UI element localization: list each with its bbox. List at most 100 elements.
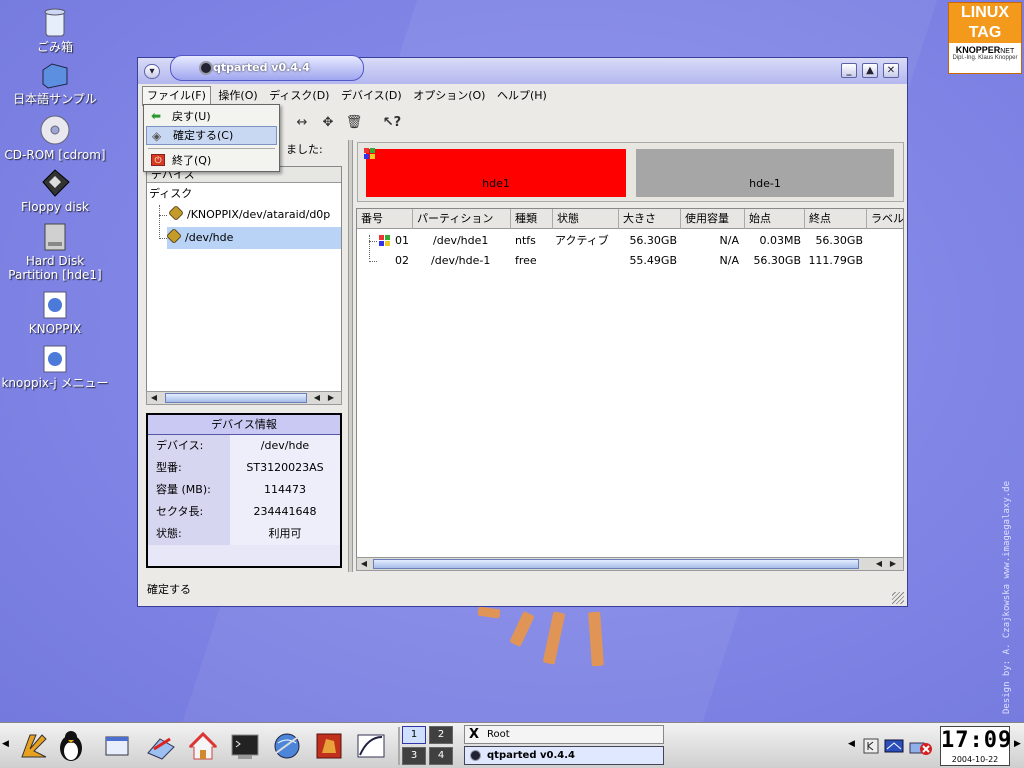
task-qtparted[interactable]: qtparted v0.4.4 xyxy=(464,746,664,765)
scroll-left-arrow-icon[interactable]: ◀ xyxy=(358,558,370,570)
desktop-icon-floppy[interactable]: Floppy disk xyxy=(0,168,110,214)
cdrom-icon xyxy=(40,115,70,145)
col-label[interactable]: ラベル xyxy=(867,209,903,229)
clock[interactable]: 17:09 2004-10-22 xyxy=(940,726,1011,766)
menu-item-commit[interactable]: ◈ 確定する(C) xyxy=(146,126,277,145)
device-tree: デバイス ディスク /KNOPPIX/dev/ataraid/d0p /dev/… xyxy=(146,166,342,393)
web-browser-icon[interactable] xyxy=(270,729,304,763)
info-row-device: デバイス:/dev/hde xyxy=(148,435,340,457)
col-start[interactable]: 始点 xyxy=(745,209,805,229)
cell-number: 02 xyxy=(395,254,409,267)
tree-item-ataraid[interactable]: /KNOPPIX/dev/ataraid/d0p xyxy=(168,204,330,226)
network-status-icon[interactable] xyxy=(908,735,934,757)
col-type[interactable]: 種類 xyxy=(511,209,553,229)
desktop-icon-trash[interactable]: ごみ箱 xyxy=(0,6,110,54)
table-row[interactable]: 02 /dev/hde-1 free 55.49GB N/A 56.30GB 1… xyxy=(357,251,903,271)
desktop-icon-hard-disk[interactable]: Hard Disk Partition [hde1] xyxy=(0,222,110,282)
scroll-thumb[interactable] xyxy=(373,559,859,569)
menu-item-quit[interactable]: ⏻ 終了(Q) xyxy=(146,151,277,170)
virtual-desktop-1[interactable]: 1 xyxy=(402,726,426,744)
window-title-tab[interactable]: qtparted v0.4.4 xyxy=(170,55,364,81)
virtual-desktop-2[interactable]: 2 xyxy=(429,726,453,744)
menu-help[interactable]: ヘルプ(H) xyxy=(493,86,551,106)
terminal-icon[interactable] xyxy=(228,729,262,763)
control-center-icon[interactable] xyxy=(144,729,178,763)
penguin-icon[interactable] xyxy=(54,729,88,763)
menu-file[interactable]: ファイル(F) xyxy=(142,86,211,106)
info-key: 型番: xyxy=(148,457,230,479)
info-key: セクタ長: xyxy=(148,501,230,523)
device-tree-hscrollbar[interactable]: ◀ ◀ ▶ xyxy=(146,391,342,405)
desktop-icon-knoppix-j-menu[interactable]: knoppix-j メニュー xyxy=(0,344,110,390)
partition-map: hde1 hde-1 xyxy=(357,142,904,202)
maximize-button[interactable]: ▲ xyxy=(862,63,878,78)
cell-partition: /dev/hde-1 xyxy=(431,254,491,267)
desktop-icon-cdrom[interactable]: CD-ROM [cdrom] xyxy=(0,114,110,162)
partition-segment-hde1[interactable]: hde1 xyxy=(366,149,626,197)
tree-line xyxy=(159,238,167,239)
tree-item-dev-hde[interactable]: /dev/hde xyxy=(166,227,341,249)
panel-hide-left-arrow-icon[interactable]: ◀ xyxy=(2,739,9,749)
window-menu-button[interactable]: ▾ xyxy=(144,64,160,79)
klipper-clipboard-icon[interactable] xyxy=(862,737,880,755)
info-value: /dev/hde xyxy=(230,435,340,457)
resize-partition-icon[interactable]: ↔ xyxy=(292,113,312,133)
virtual-desktop-3[interactable]: 3 xyxy=(402,747,426,765)
panel-hide-right-arrow-icon[interactable]: ▶ xyxy=(1014,739,1021,749)
scroll-left-arrow-icon[interactable]: ◀ xyxy=(311,392,323,404)
tree-category-disk[interactable]: ディスク xyxy=(149,183,192,205)
mozilla-icon[interactable] xyxy=(312,729,346,763)
home-folder-icon[interactable] xyxy=(186,729,220,763)
window-list-icon[interactable] xyxy=(100,729,134,763)
partition-segment-free[interactable]: hde-1 xyxy=(636,149,894,197)
cell-size: 56.30GB xyxy=(629,234,677,247)
partition-table-hscrollbar[interactable]: ◀ ◀ ▶ xyxy=(356,557,904,571)
pane-splitter[interactable] xyxy=(348,140,353,572)
scroll-right-arrow-icon[interactable]: ▶ xyxy=(325,392,337,404)
scroll-left-arrow-icon[interactable]: ◀ xyxy=(873,558,885,570)
delete-partition-icon[interactable]: 🗑 xyxy=(344,113,364,133)
kde-menu-icon[interactable] xyxy=(16,729,50,763)
col-end[interactable]: 終点 xyxy=(805,209,867,229)
cell-type: ntfs xyxy=(515,234,536,247)
table-row[interactable]: 01 /dev/hde1 ntfs アクティブ 56.30GB N/A 0.03… xyxy=(357,231,903,251)
resize-grip[interactable] xyxy=(892,592,904,604)
whats-this-help-icon[interactable]: ↖? xyxy=(382,113,402,133)
close-button[interactable]: ✕ xyxy=(883,63,899,78)
col-used[interactable]: 使用容量 xyxy=(681,209,745,229)
desktop-icon-label: CD-ROM [cdrom] xyxy=(4,148,106,162)
selection-status-text: ました: xyxy=(286,143,323,156)
scroll-left-arrow-icon[interactable]: ◀ xyxy=(148,392,160,404)
desktop-icon-label: Floppy disk xyxy=(21,200,89,214)
menu-device[interactable]: デバイス(D) xyxy=(337,86,406,106)
move-partition-icon[interactable]: ✥ xyxy=(318,113,338,133)
info-key: デバイス: xyxy=(148,435,230,457)
menu-disk[interactable]: ディスク(D) xyxy=(265,86,333,106)
keyboard-layout-icon[interactable] xyxy=(884,737,904,755)
menu-item-undo[interactable]: ⬅ 戻す(U) xyxy=(146,107,277,126)
desktop-icon-label: KNOPPIX xyxy=(28,322,82,336)
col-partition[interactable]: パーティション xyxy=(413,209,511,229)
openoffice-icon[interactable] xyxy=(354,729,388,763)
menu-options[interactable]: オプション(O) xyxy=(409,86,489,106)
menu-operations[interactable]: 操作(O) xyxy=(214,86,261,106)
minimize-button[interactable]: _ xyxy=(841,63,857,78)
desktop-icon-knoppix[interactable]: KNOPPIX xyxy=(0,290,110,336)
cell-type: free xyxy=(515,254,537,267)
desktop-icon-japanese-sample[interactable]: 日本語サンプル xyxy=(0,60,110,106)
task-root-terminal[interactable]: X Root xyxy=(464,725,664,744)
cell-status: アクティブ xyxy=(555,234,609,247)
x-window-icon: X xyxy=(469,727,480,742)
task-label: Root xyxy=(487,729,510,740)
systray-arrow-icon[interactable]: ◀ xyxy=(848,739,855,749)
logo-subline: Dipl.-Ing. Klaus Knopper xyxy=(952,55,1018,61)
scroll-right-arrow-icon[interactable]: ▶ xyxy=(887,558,899,570)
status-bar: 確定する xyxy=(147,583,191,596)
col-number[interactable]: 番号 xyxy=(357,209,413,229)
scroll-thumb[interactable] xyxy=(165,393,307,403)
clock-date: 2004-10-22 xyxy=(951,755,999,764)
col-status[interactable]: 状態 xyxy=(553,209,619,229)
virtual-desktop-4[interactable]: 4 xyxy=(429,747,453,765)
col-size[interactable]: 大きさ xyxy=(619,209,681,229)
window-titlebar[interactable]: ▾ qtparted v0.4.4 _ ▲ ✕ xyxy=(138,55,907,84)
